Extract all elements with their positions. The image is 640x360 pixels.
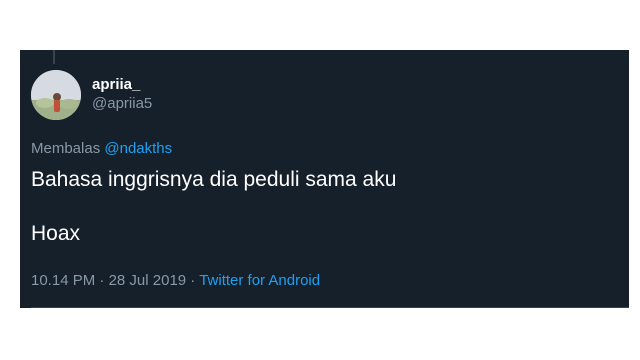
author-display-name[interactable]: apriia_ [92, 76, 140, 94]
mention-link[interactable]: @ndakths [104, 140, 172, 157]
tweet-text: Bahasa inggrisnya dia peduli sama aku Ho… [31, 166, 396, 248]
tweet-card: apriia_ @apriia5 Membalas @ndakths Bahas… [20, 50, 629, 308]
avatar-photo [31, 70, 81, 120]
tweet-source-link[interactable]: Twitter for Android [199, 272, 320, 289]
tweet-time[interactable]: 10.14 PM [31, 272, 95, 289]
avatar[interactable] [31, 70, 81, 120]
replying-to-label: Membalas [31, 140, 101, 157]
tweet-text-line: Bahasa inggrisnya dia peduli sama aku [31, 168, 397, 191]
tweet-metadata: 10.14 PM · 28 Jul 2019 · Twitter for And… [31, 272, 320, 290]
divider [31, 307, 629, 308]
meta-separator: · [186, 272, 200, 289]
thread-connector-line [53, 50, 55, 64]
replying-to: Membalas @ndakths [31, 140, 172, 158]
meta-separator: · [95, 272, 109, 289]
author-handle[interactable]: @apriia5 [92, 95, 152, 113]
tweet-text-line: Hoax [31, 222, 81, 245]
tweet-date[interactable]: 28 Jul 2019 [109, 272, 187, 289]
